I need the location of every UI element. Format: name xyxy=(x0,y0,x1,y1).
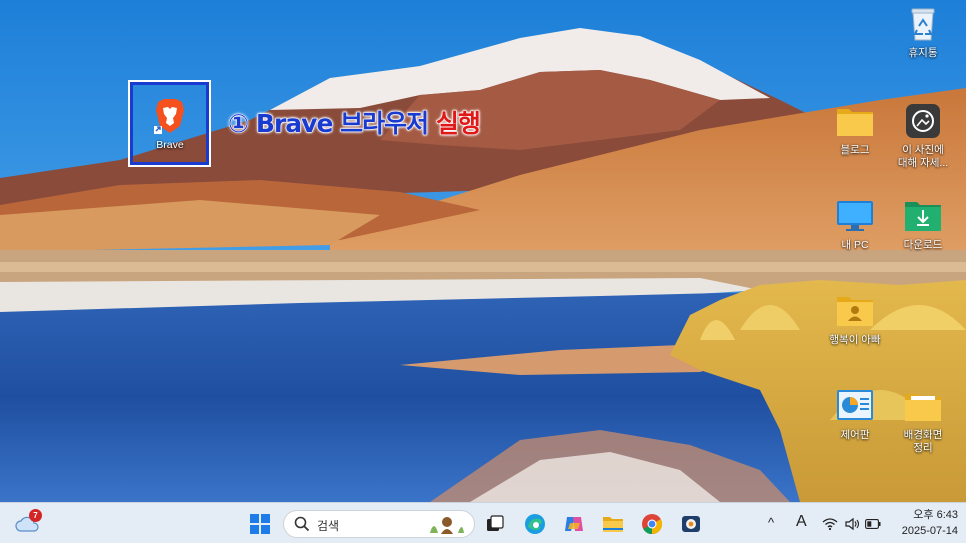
folder-icon xyxy=(903,386,943,426)
search-highlight-illustration-icon xyxy=(430,517,464,534)
desktop: 휴지통 Brave ① Brave 브라우저 실행 블로그 이 사진에 대해 자… xyxy=(0,0,966,502)
volume-tray[interactable] xyxy=(842,511,862,537)
media-app-icon xyxy=(682,516,700,532)
desktop-icon-downloads[interactable]: 다운로드 xyxy=(888,196,958,252)
desktop-icon-blog[interactable]: 블로그 xyxy=(820,101,890,157)
monitor-icon xyxy=(835,196,875,236)
desktop-icon-brave[interactable]: Brave xyxy=(135,96,205,152)
download-folder-icon xyxy=(903,196,943,236)
start-icon xyxy=(250,514,270,534)
search-icon xyxy=(294,516,310,532)
brave-label: Brave xyxy=(156,139,184,151)
desktop-icon-recycle-bin[interactable]: 휴지통 xyxy=(888,4,958,60)
recycle-bin-label: 휴지통 xyxy=(908,47,938,59)
taskbar-search-box[interactable]: 검색 xyxy=(283,510,475,538)
chrome-button[interactable] xyxy=(639,511,665,537)
battery-icon xyxy=(865,519,881,529)
photo-info-icon xyxy=(903,101,943,141)
file-explorer-icon xyxy=(603,517,623,532)
battery-tray[interactable] xyxy=(863,511,883,537)
clock-date: 2025-07-14 xyxy=(901,525,958,537)
task-view-button[interactable] xyxy=(482,511,508,537)
file-explorer-button[interactable] xyxy=(600,511,626,537)
taskbar: 7 검색 ^ A 오후 6:43 2025-07-14 xyxy=(0,502,966,543)
desktop-icon-my-pc[interactable]: 내 PC xyxy=(820,196,890,252)
desktop-icon-photo-info[interactable]: 이 사진에 대해 자세... xyxy=(888,101,958,170)
copilot-icon xyxy=(565,517,583,531)
search-placeholder: 검색 xyxy=(317,519,340,533)
media-app-button[interactable] xyxy=(678,511,704,537)
user-folder-icon xyxy=(835,291,875,331)
edge-icon xyxy=(525,514,545,534)
weather-badge: 7 xyxy=(29,509,42,522)
wallpaper-folder-label: 배경화면 정리 xyxy=(903,429,943,454)
task-view-icon xyxy=(487,515,504,531)
tray-overflow-chevron[interactable]: ^ xyxy=(768,515,774,530)
taskbar-clock[interactable]: 오후 6:43 2025-07-14 xyxy=(884,507,958,539)
annotation-number: ① xyxy=(227,109,249,139)
annotation-text: ① Brave 브라우저 실행 xyxy=(227,104,481,140)
copilot-button[interactable] xyxy=(561,511,587,537)
my-pc-label: 내 PC xyxy=(841,239,869,251)
start-button[interactable] xyxy=(247,511,273,537)
annotation-main: Brave 브라우저 xyxy=(255,109,429,139)
ime-indicator[interactable]: A xyxy=(796,513,807,531)
photo-info-label: 이 사진에 대해 자세... xyxy=(897,144,949,169)
desktop-icon-user[interactable]: 행복이 아빠 xyxy=(820,291,890,347)
control-panel-icon xyxy=(835,386,875,426)
control-panel-label: 제어판 xyxy=(840,429,870,441)
recycle-bin-icon xyxy=(903,4,943,44)
network-tray[interactable] xyxy=(820,511,840,537)
chrome-icon xyxy=(642,514,663,535)
edge-button[interactable] xyxy=(522,511,548,537)
desktop-icon-control-panel[interactable]: 제어판 xyxy=(820,386,890,442)
downloads-label: 다운로드 xyxy=(903,239,943,251)
brave-lion-icon xyxy=(150,96,190,136)
clock-time: 오후 6:43 xyxy=(913,509,958,521)
folder-icon xyxy=(835,101,875,141)
speaker-icon xyxy=(845,517,860,531)
blog-label: 블로그 xyxy=(840,144,870,156)
desktop-icon-wallpaper-folder[interactable]: 배경화면 정리 xyxy=(888,386,958,455)
user-label: 행복이 아빠 xyxy=(829,334,881,346)
annotation-action: 실행 xyxy=(435,109,481,139)
wifi-icon xyxy=(822,518,838,531)
